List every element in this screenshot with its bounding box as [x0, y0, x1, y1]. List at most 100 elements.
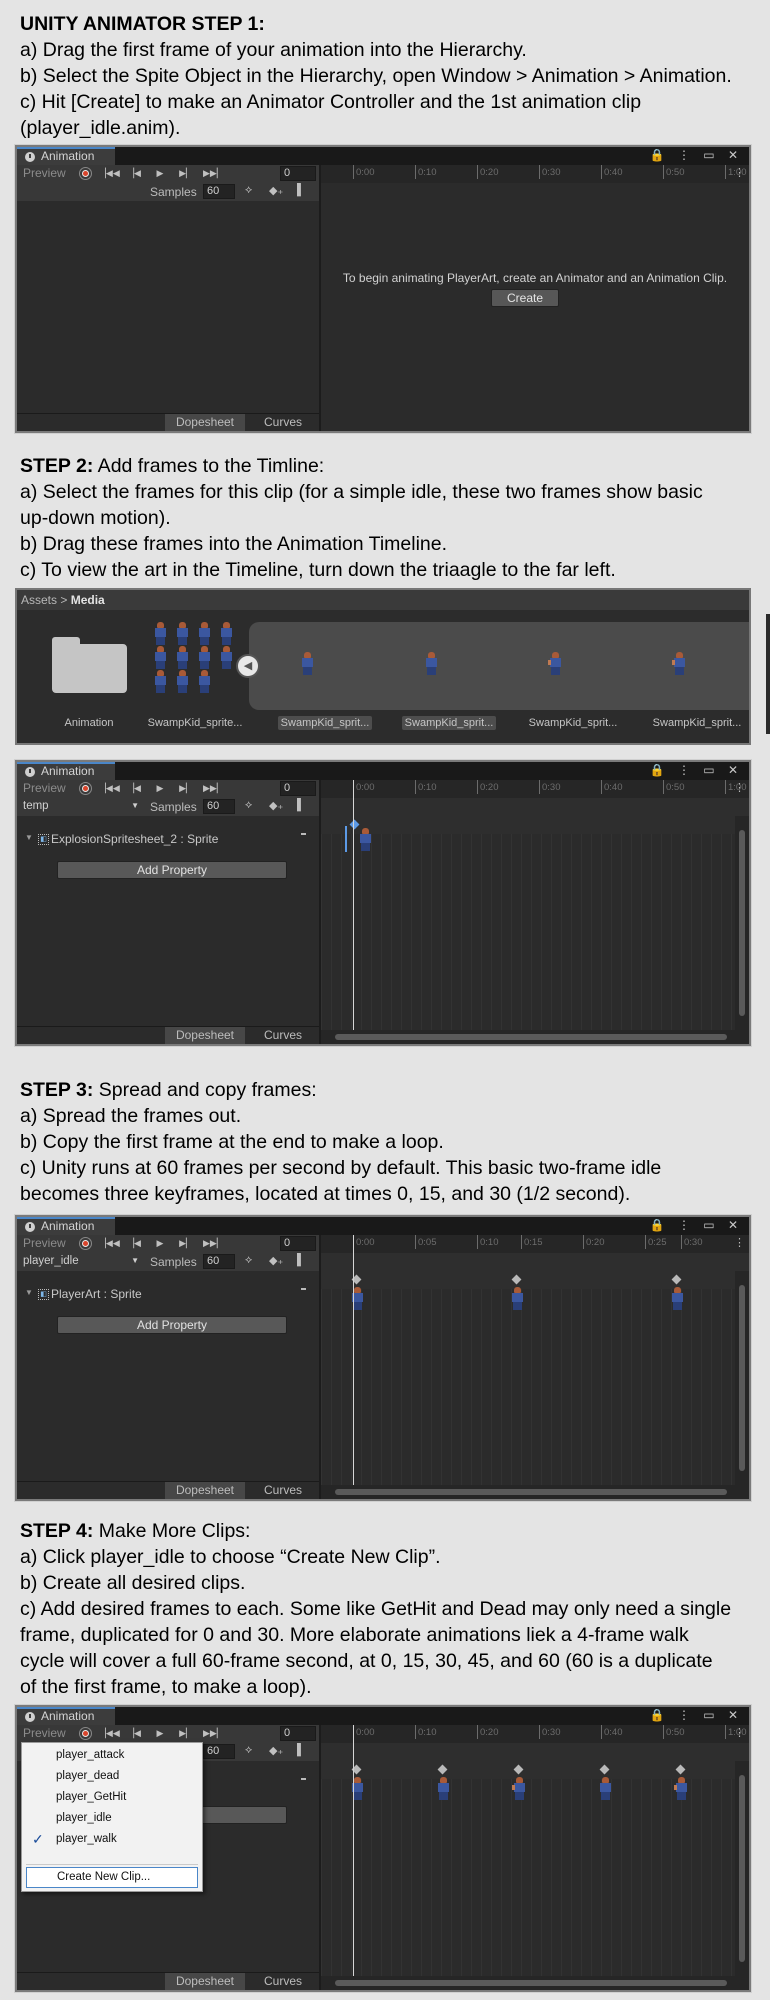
dopesheet-tab[interactable]: Dopesheet — [165, 1027, 245, 1044]
horizontal-scrollbar[interactable] — [321, 1976, 749, 1990]
add-keyframe-icon[interactable]: ⟡ — [245, 799, 252, 812]
record-icon[interactable] — [80, 1238, 91, 1249]
frame-field[interactable]: 0 — [280, 1236, 316, 1251]
sprite-keyframe[interactable] — [669, 1287, 685, 1311]
vertical-scrollbar[interactable] — [735, 1761, 749, 1976]
sprite-thumbnail[interactable] — [423, 652, 439, 676]
tab-animation[interactable]: Animation — [17, 1707, 115, 1725]
create-button[interactable]: Create — [491, 289, 559, 307]
window-controls[interactable]: 🔒 ⋮ ▭ ✕ — [650, 763, 743, 777]
sprite-keyframe[interactable] — [511, 1777, 527, 1801]
preview-button[interactable]: Preview — [23, 1726, 66, 1740]
event-marker-icon[interactable]: ▌ — [297, 799, 305, 811]
event-marker-icon[interactable]: ▌ — [297, 1744, 305, 1756]
next-key-icon[interactable]: ▶▏ — [177, 1726, 195, 1740]
event-marker-icon[interactable]: ▌ — [297, 1254, 305, 1266]
prev-key-icon[interactable]: ▕◀ — [125, 781, 143, 795]
add-keyframe-icon[interactable]: ⟡ — [245, 1744, 252, 1757]
expand-triangle-icon[interactable]: ▼ — [25, 1288, 33, 1297]
window-controls[interactable]: 🔒 ⋮ ▭ ✕ — [650, 1218, 743, 1232]
tab-animation[interactable]: Animation — [17, 147, 115, 165]
vertical-scrollbar[interactable] — [735, 816, 749, 1030]
create-new-clip-item[interactable]: Create New Clip... — [26, 1867, 198, 1888]
add-keyframe-icon[interactable]: ⟡ — [245, 184, 252, 197]
sprite-thumbnail[interactable] — [671, 652, 687, 676]
playhead[interactable] — [353, 1235, 354, 1499]
next-key-icon[interactable]: ▶▏ — [177, 781, 195, 795]
add-property-button[interactable]: Add Property — [57, 1316, 287, 1334]
play-icon[interactable]: ▶ — [151, 781, 169, 795]
record-icon[interactable] — [80, 783, 91, 794]
property-row[interactable]: ▼ ◧ PlayerArt : Sprite — [17, 1283, 319, 1307]
sprite-keyframe[interactable] — [357, 828, 373, 852]
play-icon[interactable]: ▶ — [151, 1236, 169, 1250]
timeline-ruler[interactable]: 0:00 0:10 0:20 0:30 0:40 0:50 1:00 ⋮ — [321, 165, 749, 183]
record-icon[interactable] — [80, 1728, 91, 1739]
window-controls[interactable]: 🔒 ⋮ ▭ ✕ — [650, 1708, 743, 1722]
add-event-icon[interactable]: ◆₊ — [269, 1744, 283, 1757]
sprite-thumbnail[interactable] — [299, 652, 315, 676]
tab-animation[interactable]: Animation — [17, 1217, 115, 1235]
last-key-icon[interactable]: ▶▶▏ — [203, 781, 224, 795]
menu-item-player-gethit[interactable]: player_GetHit — [22, 1787, 202, 1808]
summary-keyframe[interactable] — [511, 1274, 522, 1285]
first-key-icon[interactable]: ▕◀◀ — [99, 166, 120, 180]
clip-dropdown[interactable]: player_idle ▼ — [21, 1254, 143, 1269]
remove-property-icon[interactable] — [301, 833, 306, 835]
prev-key-icon[interactable]: ▕◀ — [125, 1726, 143, 1740]
frame-field[interactable]: 0 — [280, 1726, 316, 1741]
horizontal-scrollbar[interactable] — [321, 1030, 749, 1044]
add-keyframe-icon[interactable]: ⟡ — [245, 1254, 252, 1267]
playhead[interactable] — [353, 780, 354, 1044]
curves-tab[interactable]: Curves — [253, 1027, 313, 1044]
more-icon[interactable]: ⋮ — [734, 1726, 745, 1739]
add-property-button[interactable]: Add Property — [57, 861, 287, 879]
menu-item-player-walk[interactable]: ✓ player_walk — [22, 1829, 202, 1850]
sprite-keyframe[interactable] — [349, 1287, 365, 1311]
window-controls[interactable]: 🔒 ⋮ ▭ ✕ — [650, 148, 743, 162]
timeline-ruler[interactable]: 0:00 0:05 0:10 0:15 0:20 0:25 0:30 ⋮ — [321, 1235, 749, 1253]
folder-icon[interactable] — [52, 637, 127, 693]
play-icon[interactable]: ▶ — [151, 166, 169, 180]
expand-triangle-icon[interactable]: ▼ — [25, 833, 33, 842]
summary-keyframe[interactable] — [675, 1764, 686, 1775]
frame-field[interactable]: 0 — [280, 781, 316, 796]
preview-button[interactable]: Preview — [23, 166, 66, 180]
first-key-icon[interactable]: ▕◀◀ — [99, 781, 120, 795]
samples-field[interactable]: 60 — [203, 1744, 235, 1759]
next-key-icon[interactable]: ▶▏ — [177, 166, 195, 180]
preview-button[interactable]: Preview — [23, 781, 66, 795]
add-event-icon[interactable]: ◆₊ — [269, 184, 283, 197]
spritesheet-thumbnail[interactable] — [152, 622, 242, 712]
last-key-icon[interactable]: ▶▶▏ — [203, 1726, 224, 1740]
more-icon[interactable]: ⋮ — [734, 781, 745, 794]
dopesheet-tab[interactable]: Dopesheet — [165, 1973, 245, 1990]
breadcrumb-media[interactable]: Media — [71, 593, 105, 607]
prev-key-icon[interactable]: ▕◀ — [125, 1236, 143, 1250]
sprite-keyframe[interactable] — [435, 1777, 451, 1801]
event-marker-icon[interactable]: ▌ — [297, 184, 305, 196]
breadcrumb-assets[interactable]: Assets — [21, 593, 57, 607]
remove-property-icon[interactable] — [301, 1778, 306, 1780]
summary-keyframe[interactable] — [671, 1274, 682, 1285]
frame-field[interactable]: 0 — [280, 166, 316, 181]
more-icon[interactable]: ⋮ — [734, 166, 745, 179]
add-event-icon[interactable]: ◆₊ — [269, 799, 283, 812]
sprite-thumbnail[interactable] — [547, 652, 563, 676]
playhead[interactable] — [353, 1725, 354, 1990]
sprite-keyframe[interactable] — [349, 1777, 365, 1801]
dopesheet-tab[interactable]: Dopesheet — [165, 414, 245, 431]
more-icon[interactable]: ⋮ — [734, 1236, 745, 1249]
sprite-keyframe[interactable] — [673, 1777, 689, 1801]
summary-keyframe[interactable] — [437, 1764, 448, 1775]
collapse-arrow-icon[interactable]: ◀ — [236, 654, 260, 678]
menu-item-player-idle[interactable]: player_idle — [22, 1808, 202, 1829]
curves-tab[interactable]: Curves — [253, 414, 313, 431]
clip-dropdown[interactable]: temp ▼ — [21, 799, 143, 814]
timeline-ruler[interactable]: 0:00 0:10 0:20 0:30 0:40 0:50 1:00 ⋮ — [321, 1725, 749, 1743]
first-key-icon[interactable]: ▕◀◀ — [99, 1726, 120, 1740]
last-key-icon[interactable]: ▶▶▏ — [203, 1236, 224, 1250]
next-key-icon[interactable]: ▶▏ — [177, 1236, 195, 1250]
curves-tab[interactable]: Curves — [253, 1973, 313, 1990]
samples-field[interactable]: 60 — [203, 184, 235, 199]
